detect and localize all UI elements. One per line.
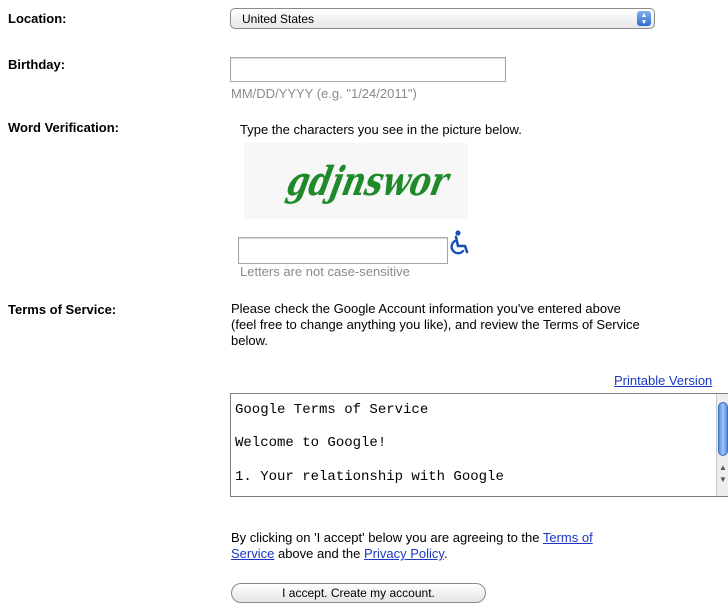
terms-scrollbar[interactable]: ▲ ▼ <box>716 394 728 496</box>
location-value: United States <box>242 12 315 26</box>
location-label: Location: <box>8 11 67 26</box>
agreement-suffix: . <box>443 546 448 561</box>
agreement-prefix: By clicking on 'I accept' below you are … <box>231 530 543 545</box>
captcha-input[interactable] <box>238 237 448 264</box>
captcha-instruction: Type the characters you see in the pictu… <box>240 122 522 137</box>
terms-line: Google Terms of Service <box>235 402 429 418</box>
terms-label: Terms of Service: <box>8 302 117 317</box>
scroll-up-icon[interactable]: ▲ <box>717 462 728 474</box>
birthday-label: Birthday: <box>8 57 66 72</box>
scrollbar-thumb[interactable] <box>718 402 728 456</box>
accept-button[interactable]: I accept. Create my account. <box>231 583 486 603</box>
terms-textarea[interactable]: Google Terms of Service Welcome to Googl… <box>230 393 728 497</box>
birthday-input[interactable] <box>230 57 506 82</box>
terms-intro: Please check the Google Account informat… <box>231 301 640 349</box>
printable-version-link[interactable]: Printable Version <box>614 373 712 389</box>
location-select[interactable]: United States ▲ ▼ <box>230 8 655 29</box>
captcha-hint: Letters are not case-sensitive <box>240 264 410 279</box>
terms-line: Welcome to Google! <box>235 435 387 451</box>
terms-intro-line: Please check the Google Account informat… <box>231 301 621 316</box>
word-verification-label: Word Verification: <box>8 120 119 135</box>
privacy-policy-link[interactable]: Privacy Policy <box>364 546 444 561</box>
agreement-middle: above and the <box>274 546 364 561</box>
captcha-text: gdjnswor <box>283 157 455 204</box>
select-arrows-icon: ▲ ▼ <box>637 11 651 26</box>
terms-link[interactable]: Terms of <box>543 530 593 545</box>
terms-intro-line: below. <box>231 333 268 348</box>
scroll-down-icon[interactable]: ▼ <box>717 474 728 486</box>
birthday-hint: MM/DD/YYYY (e.g. "1/24/2011") <box>231 86 417 101</box>
accessibility-icon[interactable] <box>450 230 470 259</box>
terms-line: 1. Your relationship with Google <box>235 469 504 485</box>
terms-intro-line: (feel free to change anything you like),… <box>231 317 640 332</box>
terms-link-cont[interactable]: Service <box>231 546 274 561</box>
agreement-text: By clicking on 'I accept' below you are … <box>231 530 593 562</box>
captcha-image: gdjnswor <box>244 143 468 219</box>
